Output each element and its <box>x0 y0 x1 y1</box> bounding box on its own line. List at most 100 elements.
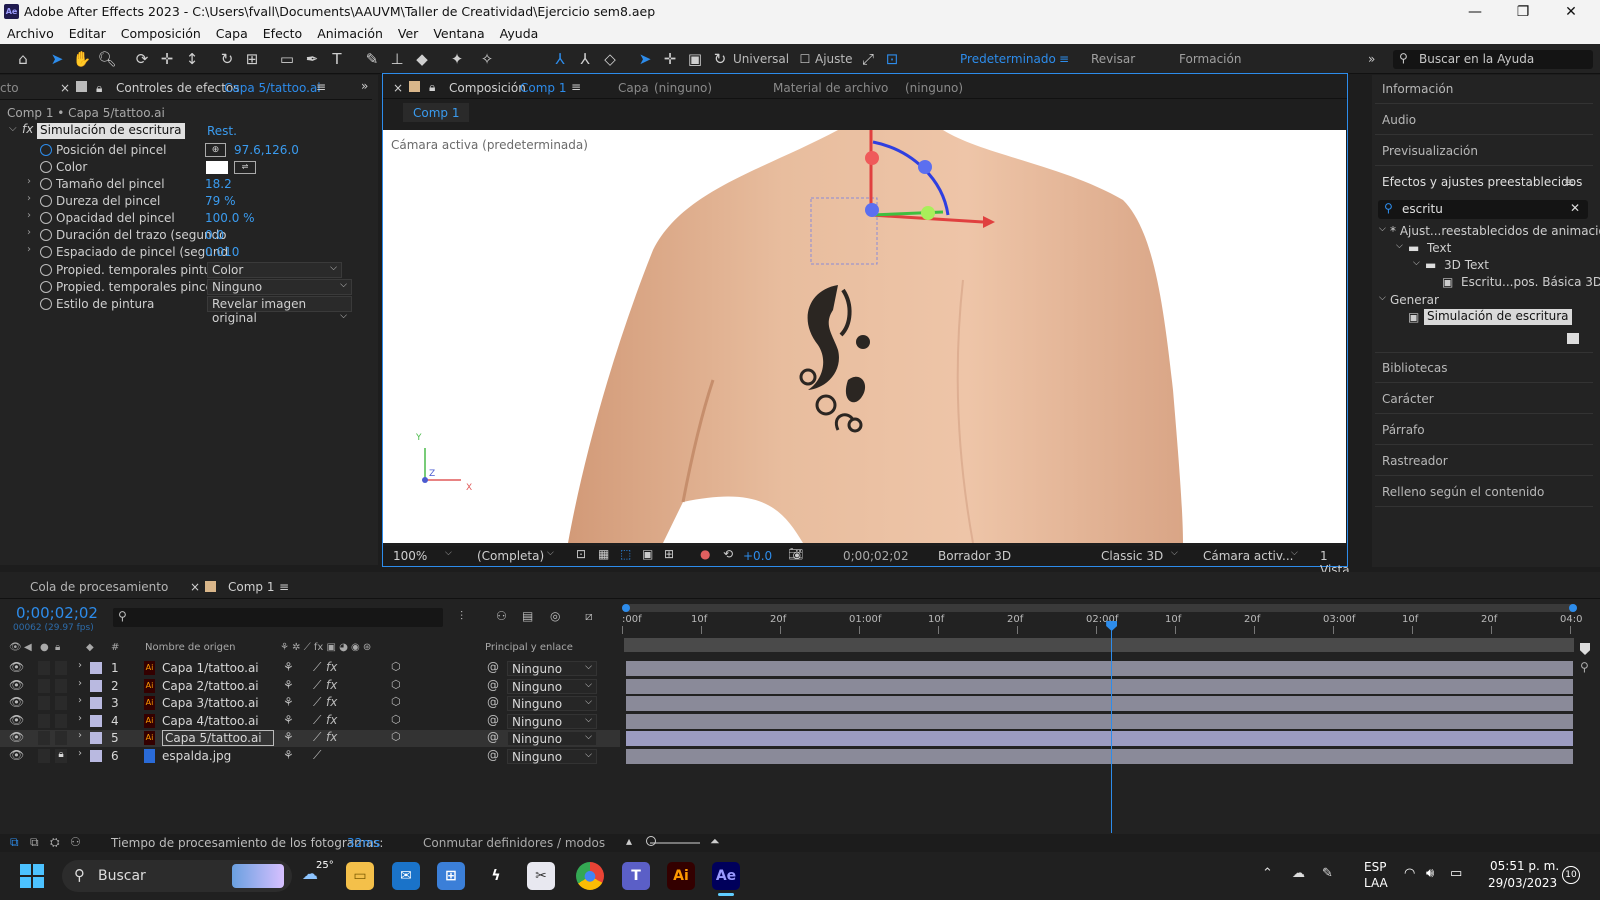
panel-rastreador[interactable]: Rastreador <box>1382 454 1448 468</box>
stopwatch-icon[interactable] <box>40 195 52 207</box>
stopwatch-icon[interactable] <box>40 144 52 156</box>
rotation-tool-icon[interactable]: ↻ <box>217 49 237 69</box>
3d-layer-icon[interactable]: ⬡ <box>391 730 401 743</box>
workspace-predeterminado[interactable]: Predeterminado <box>960 52 1056 66</box>
help-search-input[interactable]: ⚲ Buscar en la Ayuda <box>1393 50 1593 69</box>
crosshair-icon[interactable]: ⊕ <box>205 143 226 157</box>
tree-arrow-icon[interactable]: ⌵ <box>1379 224 1386 234</box>
fx-switch-icon[interactable]: fx <box>326 695 337 709</box>
fx-switch-icon[interactable]: fx <box>326 660 337 674</box>
3d-layer-icon[interactable]: ⬡ <box>391 660 401 673</box>
tree-simulacion-escritura[interactable]: Simulación de escritura <box>1424 309 1572 325</box>
menu-archivo[interactable]: Archivo <box>0 24 62 44</box>
tray-pen-icon[interactable]: ✎ <box>1322 866 1333 881</box>
after-effects-icon[interactable]: Ae <box>712 862 740 890</box>
label-color-icon[interactable] <box>90 714 102 727</box>
renderer-chevron-icon[interactable]: ⌵ <box>1171 548 1178 558</box>
pickwhip-icon[interactable]: @ <box>487 713 499 727</box>
panel-caracter[interactable]: Carácter <box>1382 392 1434 406</box>
espaciado-value[interactable]: 0.010 <box>205 245 239 259</box>
menu-animacion[interactable]: Animación <box>310 24 391 44</box>
region-icon[interactable]: ⊡ <box>576 547 586 561</box>
windows-start-icon[interactable] <box>20 864 44 888</box>
mail-icon[interactable]: ✉ <box>392 862 420 890</box>
stopwatch-icon[interactable] <box>40 229 52 241</box>
pan-tool-icon[interactable]: ✛ <box>157 49 177 69</box>
composition-tab-comp[interactable]: Comp 1 <box>520 81 566 95</box>
zoom-select[interactable]: 100% <box>393 549 427 563</box>
menu-ventana[interactable]: Ventana <box>426 24 492 44</box>
status-icon-1[interactable]: ⧉ <box>10 835 19 850</box>
clock-date[interactable]: 29/03/2023 <box>1488 876 1557 890</box>
shy-switch-icon[interactable]: ⚘ <box>283 695 294 709</box>
solo-toggle[interactable] <box>38 749 50 763</box>
3d-rotate-icon[interactable]: ↻ <box>710 49 730 69</box>
channel-icon[interactable]: ● <box>700 547 710 561</box>
reset-link[interactable]: Rest. <box>207 124 237 138</box>
collapse-arrow-icon[interactable]: ⌵ <box>9 123 17 134</box>
timeline-timecode[interactable]: 0;00;02;02 <box>16 604 98 622</box>
exposure-reset-icon[interactable]: ⟲ <box>723 547 733 561</box>
clear-search-icon[interactable]: ✕ <box>1570 201 1580 215</box>
tray-chevron-icon[interactable]: ⌃ <box>1262 866 1273 881</box>
3d-move-icon[interactable]: ✛ <box>660 49 680 69</box>
visibility-eye-icon[interactable]: 👁︎ <box>9 748 24 762</box>
renderer-select[interactable]: Classic 3D <box>1101 549 1163 563</box>
composition-flowchart-icon[interactable]: ⫶ <box>460 609 463 624</box>
panel-menu-icon[interactable]: ≡ <box>571 80 581 94</box>
opacidad-value[interactable]: 100.0 % <box>205 211 255 225</box>
roto-brush-icon[interactable]: ✦ <box>447 49 467 69</box>
volume-icon[interactable]: 🔊︎ <box>1426 866 1434 881</box>
status-icon-2[interactable]: ⧉ <box>30 835 39 850</box>
visibility-eye-icon[interactable]: 👁︎ <box>9 695 24 709</box>
layer-duration-bar[interactable] <box>626 749 1573 764</box>
snap-target-icon[interactable]: ⊡ <box>882 49 902 69</box>
menu-efecto[interactable]: Efecto <box>256 24 310 44</box>
status-icon-3[interactable]: ⛭ <box>50 835 60 850</box>
3d-layer-icon[interactable]: ⬡ <box>391 713 401 726</box>
zoom-in-icon[interactable]: ⏶ <box>710 834 720 849</box>
quality-switch-icon[interactable]: ⟋ <box>313 660 321 675</box>
tree-escritura-3d[interactable]: Escritu...pos. Básica 3D <box>1461 275 1600 289</box>
color-swatch[interactable] <box>206 161 228 174</box>
shy-switch-icon[interactable]: ⚘ <box>283 660 294 674</box>
composition-viewer[interactable]: Y X Z Cámara activa (predeterminada) <box>383 130 1346 543</box>
eraser-tool-icon[interactable]: ◆ <box>412 49 432 69</box>
time-ruler[interactable]: :00f 10f 20f 01:00f 10f 20f 02:00f 10f 20f 03:00f… <box>622 614 1582 636</box>
layer-duration-bar[interactable] <box>626 678 1573 694</box>
view-axis-icon[interactable]: ◇ <box>600 49 620 69</box>
effect-controls-tab[interactable]: Controles de efectos <box>116 81 240 95</box>
expand-arrow-icon[interactable]: › <box>27 227 31 238</box>
tree-arrow-icon[interactable]: ⌵ <box>1413 258 1420 268</box>
3d-layer-icon[interactable]: ⬡ <box>391 678 401 691</box>
solo-toggle[interactable] <box>38 678 50 693</box>
layer-duration-bar[interactable] <box>626 696 1573 712</box>
tree-3d-text[interactable]: 3D Text <box>1444 258 1489 272</box>
prev-tab[interactable]: cto <box>0 81 19 95</box>
close-tab-icon[interactable]: × <box>190 580 200 594</box>
workspace-menu-icon[interactable]: ≡ <box>1059 52 1069 66</box>
menu-ayuda[interactable]: Ayuda <box>493 24 547 44</box>
label-color-icon[interactable] <box>90 662 102 674</box>
layer-row[interactable]: 👁︎ › 2 Ai Capa 2/tattoo.ai ⚘ ⟋ fx ⬡ @ Ninguno ⌵ <box>0 678 620 695</box>
label-color-icon[interactable] <box>90 732 102 745</box>
type-tool-icon[interactable]: T <box>327 49 347 69</box>
taskbar-search[interactable]: ⚲ Buscar <box>62 860 292 892</box>
close-tab-icon[interactable]: × <box>393 81 403 95</box>
zoom-tool-icon[interactable]: 🔍︎ <box>97 49 117 69</box>
zoom-out-icon[interactable]: ▴ <box>626 834 632 848</box>
ajuste-checkbox-icon[interactable]: ☐ <box>795 49 815 69</box>
visibility-eye-icon[interactable]: 👁︎ <box>9 660 24 674</box>
tray-cloud-icon[interactable]: ☁ <box>1292 866 1305 881</box>
work-area-bar[interactable] <box>622 604 1577 612</box>
work-area-start[interactable] <box>622 604 630 612</box>
expand-arrow-icon[interactable]: › <box>27 244 31 255</box>
language-primary[interactable]: ESP <box>1364 860 1386 874</box>
label-color-icon[interactable] <box>90 697 102 710</box>
more-workspaces-icon[interactable]: » <box>1368 52 1375 66</box>
close-button[interactable]: ✕ <box>1548 2 1594 22</box>
anchor-tool-icon[interactable]: ⊞ <box>242 49 262 69</box>
file-explorer-icon[interactable]: ▭ <box>346 862 374 890</box>
camera-select[interactable]: Cámara activ... <box>1203 549 1293 563</box>
comp-subtab[interactable]: Comp 1 <box>403 103 470 122</box>
